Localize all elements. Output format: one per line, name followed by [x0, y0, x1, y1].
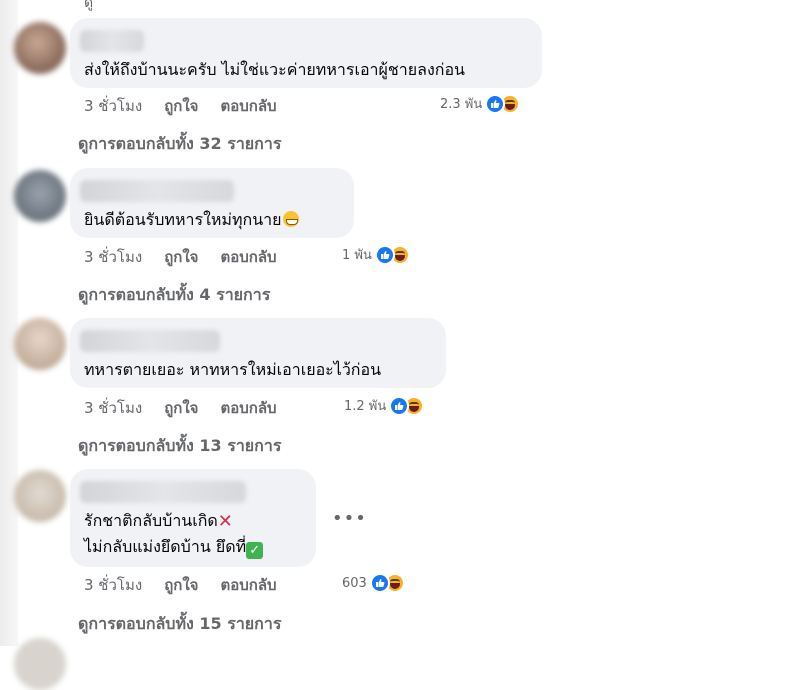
comment-time[interactable]: 3 ชั่วโมง	[84, 94, 142, 118]
comment-text-line-1: รักชาติกลับบ้านเกิด✕	[84, 509, 233, 534]
avatar[interactable]	[14, 470, 66, 522]
author-name-blurred[interactable]	[80, 330, 220, 352]
comment-actions: 3 ชั่วโมง ถูกใจ ตอบกลับ	[84, 245, 299, 269]
reply-button[interactable]: ตอบกลับ	[220, 94, 276, 118]
avatar[interactable]	[14, 22, 66, 74]
like-reaction-icon	[374, 244, 395, 265]
comment-actions: 3 ชั่วโมง ถูกใจ ตอบกลับ	[84, 573, 299, 597]
reply-button[interactable]: ตอบกลับ	[220, 245, 276, 269]
like-reaction-icon	[369, 573, 390, 593]
reaction-count: 1.2 พัน	[344, 399, 387, 414]
author-name-blurred[interactable]	[80, 30, 144, 52]
comment-time[interactable]: 3 ชั่วโมง	[84, 396, 142, 420]
author-name-blurred[interactable]	[80, 180, 234, 202]
like-reaction-icon	[485, 93, 506, 114]
grin-emoji-icon	[282, 211, 299, 227]
cropped-text: ดู	[84, 0, 94, 11]
reaction-count: 603	[342, 575, 367, 591]
view-replies-link[interactable]: ดูการตอบกลับทั้ง 4 รายการ	[78, 283, 270, 308]
reaction-summary[interactable]: 2.3 พัน	[440, 93, 521, 114]
reaction-summary[interactable]: 1 พัน	[342, 244, 410, 265]
check-mark-emoji-icon: ✓	[246, 542, 264, 559]
comment-text-content: ยินดีต้อนรับทหารใหม่ทุกนาย	[84, 210, 282, 229]
like-button[interactable]: ถูกใจ	[164, 94, 198, 118]
like-reaction-icon	[389, 395, 410, 416]
comment-time[interactable]: 3 ชั่วโมง	[84, 573, 142, 597]
reaction-count: 1 พัน	[342, 248, 372, 263]
comment-text-line-2: ไม่กลับแม่งยึดบ้าน ยึดที่ ✓	[84, 535, 264, 560]
comment-actions: 3 ชั่วโมง ถูกใจ ตอบกลับ	[84, 94, 299, 118]
like-button[interactable]: ถูกใจ	[164, 396, 198, 420]
avatar[interactable]	[14, 170, 66, 222]
reply-button[interactable]: ตอบกลับ	[220, 573, 276, 597]
reaction-summary[interactable]: 1.2 พัน	[344, 395, 425, 416]
author-name-blurred[interactable]	[80, 481, 246, 503]
left-panel-edge	[0, 0, 18, 646]
comment-text: ยินดีต้อนรับทหารใหม่ทุกนาย	[84, 208, 299, 233]
reaction-summary[interactable]: 603	[342, 573, 405, 593]
comment-actions: 3 ชั่วโมง ถูกใจ ตอบกลับ	[84, 396, 299, 420]
reply-button[interactable]: ตอบกลับ	[220, 396, 276, 420]
view-replies-link[interactable]: ดูการตอบกลับทั้ง 32 รายการ	[78, 132, 281, 157]
reaction-count: 2.3 พัน	[440, 97, 483, 112]
comment-bubble: รักชาติกลับบ้านเกิด✕ ไม่กลับแม่งยึดบ้าน …	[70, 469, 316, 567]
cross-mark-emoji-icon: ✕	[217, 511, 233, 532]
comment-time[interactable]: 3 ชั่วโมง	[84, 245, 142, 269]
comment-bubble: ส่งให้ถึงบ้านนะครับ ไม่ใช่แวะค่ายทหารเอา…	[70, 18, 542, 88]
comment-bubble: ยินดีต้อนรับทหารใหม่ทุกนาย	[70, 168, 354, 238]
like-button[interactable]: ถูกใจ	[164, 573, 198, 597]
avatar[interactable]	[14, 318, 66, 370]
comment-bubble: ทหารตายเยอะ หาทหารใหม่เอาเยอะไว้ก่อน	[70, 318, 446, 388]
view-replies-link[interactable]: ดูการตอบกลับทั้ง 13 รายการ	[78, 434, 281, 459]
comment-text: ทหารตายเยอะ หาทหารใหม่เอาเยอะไว้ก่อน	[84, 360, 382, 379]
comment-text-content: ไม่กลับแม่งยึดบ้าน ยึดที่	[84, 537, 247, 556]
comment-text: ส่งให้ถึงบ้านนะครับ ไม่ใช่แวะค่ายทหารเอา…	[84, 60, 465, 79]
comment-text-content: รักชาติกลับบ้านเกิด	[84, 511, 218, 530]
like-button[interactable]: ถูกใจ	[164, 245, 198, 269]
view-replies-link[interactable]: ดูการตอบกลับทั้ง 15 รายการ	[78, 612, 281, 637]
more-options-icon[interactable]: •••	[332, 508, 367, 529]
